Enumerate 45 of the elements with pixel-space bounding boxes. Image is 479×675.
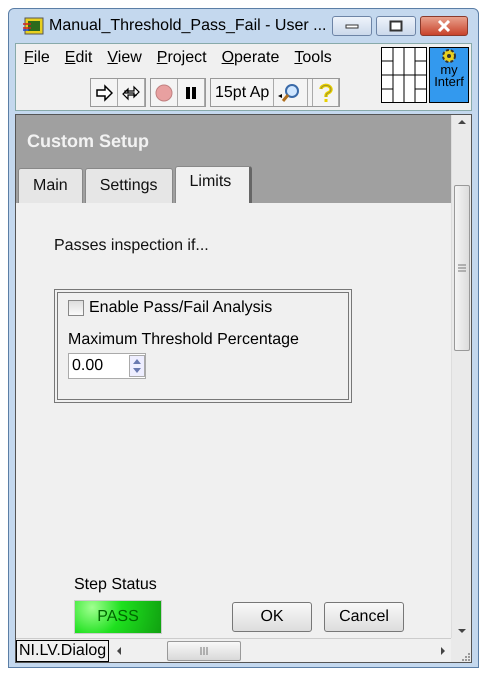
grip-icon [458, 264, 466, 272]
menu-item[interactable]: View [107, 49, 142, 73]
dialog-button[interactable]: Cancel [324, 602, 404, 632]
numeric-field[interactable]: 0.00 [68, 353, 146, 379]
help-button[interactable] [312, 79, 340, 106]
restore-button[interactable] [376, 16, 416, 36]
menu-item[interactable]: Operate [222, 49, 280, 73]
minimize-icon [345, 22, 359, 30]
menu-item[interactable]: Project [156, 49, 207, 73]
status-label: Step Status [74, 576, 157, 594]
tab[interactable]: Settings [84, 168, 172, 203]
restore-icon [389, 20, 403, 32]
close-button[interactable] [420, 16, 468, 36]
minimize-button[interactable] [332, 16, 372, 36]
horizontal-scroll-thumb[interactable] [167, 640, 242, 660]
checkbox[interactable] [68, 300, 84, 316]
icon-label: my [440, 64, 458, 76]
vertical-scrollbar[interactable] [451, 115, 471, 638]
icon-label: Interf [434, 76, 464, 88]
cycle-arrows-icon [122, 84, 140, 102]
status-indicator: PASS [74, 600, 162, 634]
menu-item[interactable]: Tools [294, 49, 332, 73]
connector-pane-icon [381, 47, 427, 103]
tab[interactable]: Limits [174, 166, 252, 203]
resize-grip-icon [459, 650, 471, 662]
close-icon [437, 20, 451, 32]
question-mark-icon [318, 82, 334, 102]
checkbox-label: Enable Pass/Fail Analysis [89, 299, 272, 317]
menu-item[interactable]: Edit [64, 49, 92, 73]
prompt-text: Passes inspection if... [54, 237, 210, 255]
menu-item[interactable]: File [24, 49, 50, 73]
scroll-left-icon [117, 646, 122, 654]
field-label: Maximum Threshold Percentage [68, 331, 300, 349]
dialog-label: NI.LV.Dialog [16, 640, 110, 662]
gear-icon [440, 48, 458, 64]
spin-arrows-icon [129, 355, 145, 377]
arrow-icon [95, 84, 113, 102]
app-icon [23, 17, 45, 35]
grip-icon [200, 646, 209, 654]
window-title: Manual_Threshold_Pass_Fail - User ... [49, 17, 328, 35]
dialog-button[interactable]: OK [232, 602, 312, 632]
stop-icon [154, 82, 174, 102]
pause-icon [184, 86, 198, 100]
panel-title: Custom Setup [27, 131, 150, 152]
tab[interactable]: Main [18, 168, 83, 203]
